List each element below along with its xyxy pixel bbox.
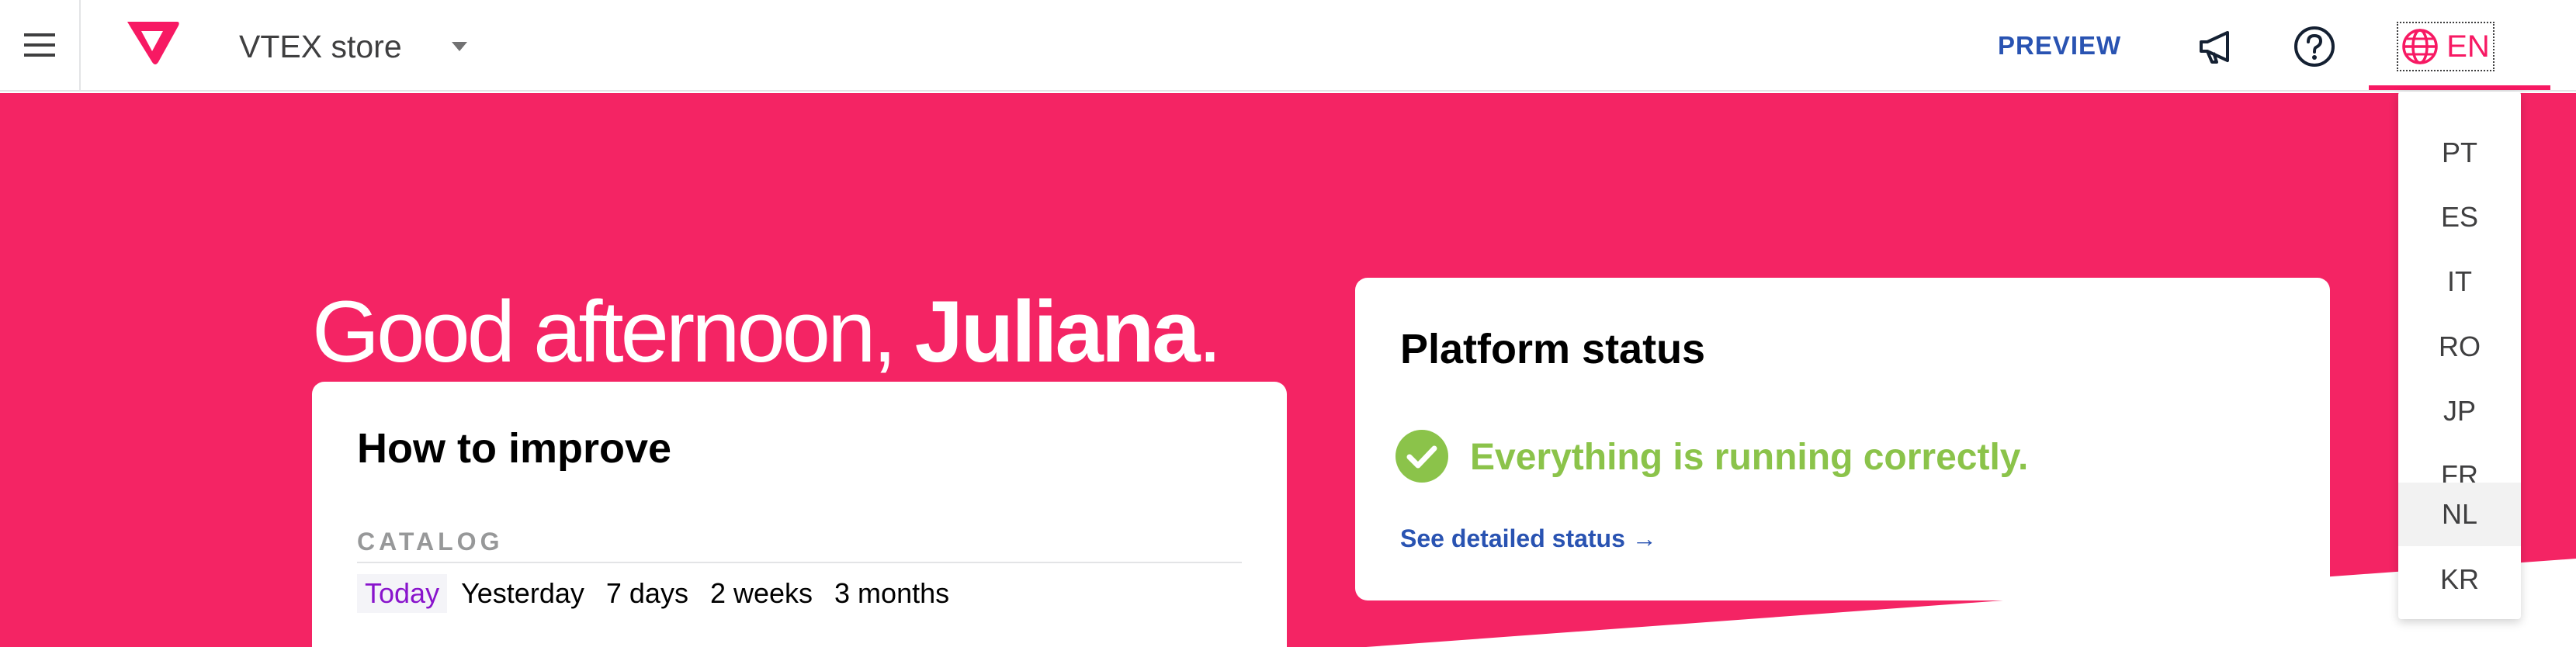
language-option-kr[interactable]: KR — [2398, 548, 2521, 611]
period-tab-7-days[interactable]: 7 days — [598, 574, 696, 613]
divider — [357, 562, 1242, 563]
period-tab-3-months[interactable]: 3 months — [827, 574, 957, 613]
hamburger-menu-button[interactable] — [0, 0, 81, 90]
language-selector-button[interactable]: EN — [2397, 22, 2495, 71]
caret-down-icon[interactable] — [452, 42, 467, 51]
top-bar: VTEX store PREVIEW EN — [0, 0, 2576, 92]
see-detailed-status-link[interactable]: See detailed status → — [1400, 523, 1657, 554]
section-label-catalog: CATALOG — [357, 528, 504, 555]
greeting-heading: Good afternoon, Juliana. — [312, 283, 1222, 380]
active-tab-indicator — [2369, 85, 2550, 90]
hamburger-menu-icon — [24, 33, 55, 57]
period-tabs: Today Yesterday 7 days 2 weeks 3 months — [357, 574, 957, 613]
card-title: How to improve — [357, 425, 672, 472]
how-to-improve-card: How to improve CATALOG Today Yesterday 7… — [312, 382, 1287, 661]
period-tab-today[interactable]: Today — [357, 574, 448, 613]
store-selector-label[interactable]: VTEX store — [239, 23, 402, 70]
language-option-pt[interactable]: PT — [2398, 121, 2521, 185]
period-tab-yesterday[interactable]: Yesterday — [453, 574, 592, 613]
status-message: Everything is running correctly. — [1470, 437, 2029, 478]
globe-icon — [2402, 29, 2438, 64]
preview-button[interactable]: PREVIEW — [1998, 29, 2121, 62]
check-circle-icon — [1395, 430, 1448, 483]
help-circle-icon[interactable] — [2293, 25, 2336, 68]
period-tab-2-weeks[interactable]: 2 weeks — [702, 574, 820, 613]
user-name: Juliana — [914, 283, 1201, 380]
megaphone-icon[interactable] — [2195, 25, 2238, 68]
current-language-label: EN — [2446, 29, 2490, 64]
language-option-ro[interactable]: RO — [2398, 315, 2521, 379]
language-option-es[interactable]: ES — [2398, 185, 2521, 249]
language-dropdown-menu: PT ES IT RO JP FR NL KR — [2398, 92, 2521, 619]
card-title: Platform status — [1400, 326, 1706, 372]
platform-status-card: Platform status Everything is running co… — [1355, 278, 2330, 600]
language-option-nl[interactable]: NL — [2398, 483, 2521, 546]
language-option-jp[interactable]: JP — [2398, 379, 2521, 443]
language-option-it[interactable]: IT — [2398, 250, 2521, 313]
vtex-logo-icon[interactable] — [124, 20, 180, 65]
